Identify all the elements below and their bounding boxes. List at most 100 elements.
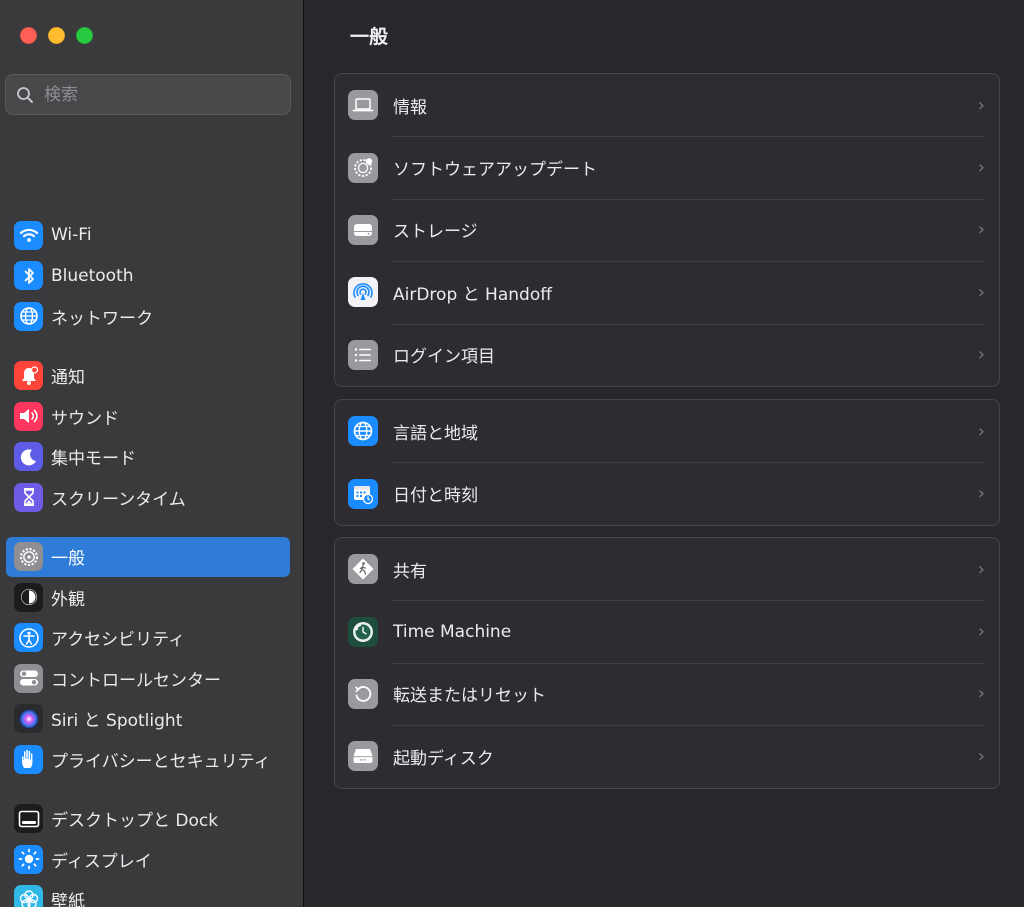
row-label: 言語と地域 [393,423,478,444]
sidebar: Wi-Fi Bluetooth ネットワーク [0,0,304,907]
sidebar-item-network[interactable]: ネットワーク [6,296,290,337]
sidebar-item-displays[interactable]: ディスプレイ [6,839,290,880]
dock-icon [14,804,43,834]
sidebar-item-notifications[interactable]: 通知 [6,356,290,397]
sidebar-item-focus[interactable]: 集中モード [6,437,290,478]
sidebar-group-connectivity: Wi-Fi Bluetooth ネットワーク [6,215,290,337]
sidebar-item-desktop-dock[interactable]: デスクトップと Dock [6,799,290,840]
sidebar-item-label: スクリーンタイム [51,489,186,510]
time-machine-icon [348,616,378,647]
sidebar-item-accessibility[interactable]: アクセシビリティ [6,618,290,659]
sidebar-item-label: コントロールセンター [51,670,221,691]
sidebar-item-label: 一般 [51,549,85,570]
storage-icon [348,214,378,245]
row-sharing[interactable]: 共有 › [335,538,999,600]
row-software-update[interactable]: ソフトウェアアップデート › [335,136,999,198]
sidebar-item-screen-time[interactable]: スクリーンタイム [6,477,290,518]
search-field[interactable] [5,74,291,115]
moon-icon [14,442,43,472]
minimize-window-button[interactable] [48,27,65,44]
search-input[interactable] [42,83,276,106]
search-icon [16,86,34,104]
chevron-right-icon: › [977,94,985,116]
globe-icon [14,301,43,331]
sidebar-group-notifications: 通知 サウンド 集中モード スクリーンタイム [6,356,290,518]
zoom-window-button[interactable] [76,27,93,44]
sidebar-item-privacy-security[interactable]: プライバシーとセキュリティ [6,739,290,780]
sidebar-group-desktop: デスクトップと Dock ディスプレイ 壁紙 [6,799,290,907]
software-update-icon [348,152,378,183]
hourglass-icon [14,482,43,512]
siri-icon [14,704,43,734]
sidebar-nav: Wi-Fi Bluetooth ネットワーク 通知 サウンド 集中モード スクリ… [6,215,290,907]
row-date-time[interactable]: 日付と時刻 › [335,462,999,524]
main-content: 一般 情報 › ソフトウェアアップデート › ストレージ › AirDrop と… [304,0,1024,907]
settings-group-system-info: 情報 › ソフトウェアアップデート › ストレージ › AirDrop と Ha… [334,73,1000,387]
row-airdrop-handoff[interactable]: AirDrop と Handoff › [335,261,999,323]
row-label: ストレージ [393,222,478,243]
bell-icon [14,361,43,391]
wallpaper-icon [14,885,43,907]
sidebar-item-label: プライバシーとセキュリティ [51,751,271,772]
close-window-button[interactable] [20,27,37,44]
sidebar-item-label: ネットワーク [51,308,153,329]
settings-group-region: 言語と地域 › 日付と時刻 › [334,399,1000,526]
page-title: 一般 [350,26,389,48]
row-label: ソフトウェアアップデート [393,160,597,181]
row-transfer-reset[interactable]: 転送またはリセット › [335,662,999,725]
chevron-right-icon: › [977,621,985,643]
sidebar-item-siri-spotlight[interactable]: Siri と Spotlight [6,699,290,740]
chevron-right-icon: › [977,420,985,442]
row-storage[interactable]: ストレージ › [335,198,999,261]
row-language-region[interactable]: 言語と地域 › [335,400,999,462]
sidebar-item-wallpaper[interactable]: 壁紙 [6,880,290,907]
window-controls [20,27,93,44]
sidebar-item-wifi[interactable]: Wi-Fi [6,215,290,256]
sidebar-item-label: サウンド [51,408,119,429]
accessibility-icon [14,623,43,653]
sidebar-item-label: 通知 [51,368,85,389]
row-label: 共有 [393,561,427,582]
sidebar-item-appearance[interactable]: 外観 [6,577,290,618]
laptop-icon [348,90,378,121]
row-label: 起動ディスク [393,748,494,769]
chevron-right-icon: › [977,219,985,241]
sidebar-item-label: Siri と Spotlight [51,711,183,732]
row-label: 日付と時刻 [393,486,478,507]
sidebar-item-general[interactable]: 一般 [6,536,290,577]
row-startup-disk[interactable]: 起動ディスク › [335,725,999,787]
sidebar-item-label: Wi-Fi [51,225,92,246]
row-login-items[interactable]: ログイン項目 › [335,323,999,386]
sidebar-item-label: アクセシビリティ [51,630,186,651]
globe-icon [348,416,378,447]
sidebar-item-label: 外観 [51,589,85,610]
row-time-machine[interactable]: Time Machine › [335,600,999,662]
airdrop-icon [348,277,378,308]
sidebar-item-control-center[interactable]: コントロールセンター [6,658,290,699]
row-label: Time Machine [393,621,512,642]
row-label: 情報 [393,97,427,118]
system-settings-window: Wi-Fi Bluetooth ネットワーク [0,0,1024,907]
chevron-right-icon: › [977,483,985,505]
sidebar-item-sound[interactable]: サウンド [6,396,290,437]
row-label: 転送またはリセット [393,686,546,707]
sidebar-item-label: Bluetooth [51,265,134,286]
speaker-icon [14,401,43,431]
brightness-icon [14,844,43,874]
sidebar-item-label: 壁紙 [51,892,85,907]
hand-icon [14,744,43,774]
chevron-right-icon: › [977,558,985,580]
sidebar-item-bluetooth[interactable]: Bluetooth [6,256,290,297]
sidebar-item-label: デスクトップと Dock [51,811,219,832]
calendar-clock-icon [348,478,378,509]
chevron-right-icon: › [977,344,985,366]
chevron-right-icon: › [977,281,985,303]
control-center-icon [14,663,43,693]
list-icon [348,339,378,370]
sidebar-group-system: 一般 外観 アクセシビリティ コントロールセンター Siri と Spotlig… [6,536,290,780]
appearance-icon [14,582,43,612]
chevron-right-icon: › [977,745,985,767]
row-about[interactable]: 情報 › [335,74,999,136]
sidebar-item-label: ディスプレイ [51,851,152,872]
reset-icon [348,678,378,709]
